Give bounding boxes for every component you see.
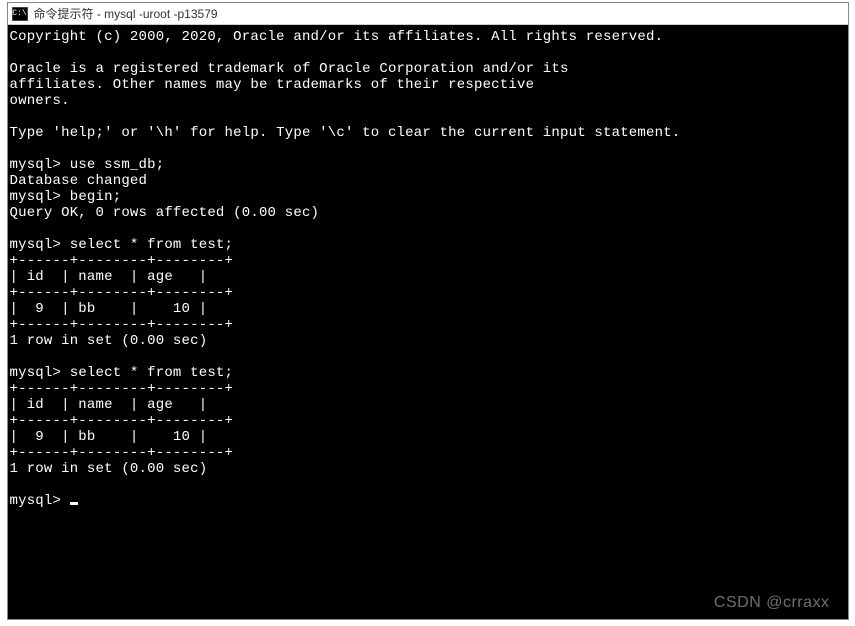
mysql-prompt: mysql> <box>10 365 62 381</box>
copyright-line: Copyright (c) 2000, 2020, Oracle and/or … <box>10 29 664 45</box>
mysql-prompt: mysql> <box>10 157 62 173</box>
table-border: +------+--------+--------+ <box>10 317 234 333</box>
table-row: | 9 | bb | 10 | <box>10 301 208 317</box>
trademark-line: Oracle is a registered trademark of Orac… <box>10 61 569 77</box>
table-row: | 9 | bb | 10 | <box>10 429 208 445</box>
table-border: +------+--------+--------+ <box>10 445 234 461</box>
table-header: | id | name | age | <box>10 269 208 285</box>
sql-command: use ssm_db; <box>70 157 165 173</box>
window-title: 命令提示符 - mysql -uroot -p13579 <box>34 5 218 22</box>
table-header: | id | name | age | <box>10 397 208 413</box>
table-border: +------+--------+--------+ <box>10 253 234 269</box>
sql-command: select * from test; <box>70 365 233 381</box>
titlebar[interactable]: C:\ 命令提示符 - mysql -uroot -p13579 <box>8 3 848 25</box>
trademark-line: affiliates. Other names may be trademark… <box>10 77 535 93</box>
help-hint: Type 'help;' or '\h' for help. Type '\c'… <box>10 125 681 141</box>
mysql-prompt: mysql> <box>10 493 62 509</box>
db-response: Query OK, 0 rows affected (0.00 sec) <box>10 205 320 221</box>
sql-command: begin; <box>70 189 122 205</box>
watermark: CSDN @crraxx <box>714 595 830 611</box>
mysql-prompt: mysql> <box>10 237 62 253</box>
trademark-line: owners. <box>10 93 70 109</box>
cursor-icon <box>70 502 78 505</box>
table-border: +------+--------+--------+ <box>10 381 234 397</box>
result-footer: 1 row in set (0.00 sec) <box>10 333 208 349</box>
terminal-output[interactable]: Copyright (c) 2000, 2020, Oracle and/or … <box>8 25 848 619</box>
command-prompt-window: C:\ 命令提示符 - mysql -uroot -p13579 Copyrig… <box>7 2 849 620</box>
mysql-prompt: mysql> <box>10 189 62 205</box>
sql-command: select * from test; <box>70 237 233 253</box>
table-border: +------+--------+--------+ <box>10 285 234 301</box>
table-border: +------+--------+--------+ <box>10 413 234 429</box>
db-response: Database changed <box>10 173 148 189</box>
result-footer: 1 row in set (0.00 sec) <box>10 461 208 477</box>
cmd-icon: C:\ <box>12 7 28 21</box>
